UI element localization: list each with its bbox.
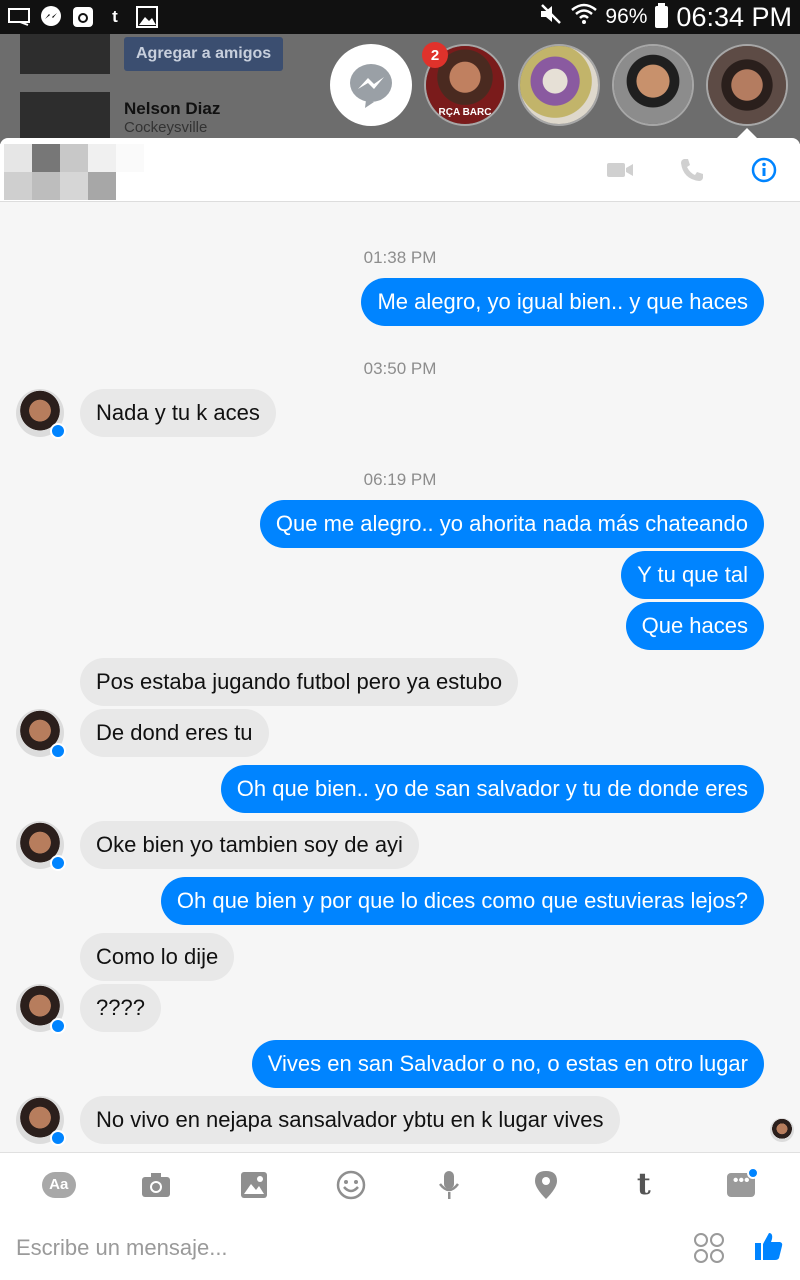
friend-name: Nelson Diaz xyxy=(124,98,221,118)
contact-avatar[interactable] xyxy=(16,984,66,1034)
chat-head-3[interactable] xyxy=(612,44,694,126)
messenger-badge-icon xyxy=(50,743,66,759)
messenger-badge-icon xyxy=(50,1018,66,1034)
friend-thumbnail xyxy=(20,92,110,142)
tumblr-icon[interactable]: t xyxy=(624,1165,664,1205)
image-icon xyxy=(136,6,158,28)
timestamp: 01:38 PM xyxy=(363,248,437,267)
composer-toolbar: Aa t ••• xyxy=(0,1152,800,1216)
message-out[interactable]: Que me alegro.. yo ahorita nada más chat… xyxy=(259,500,764,548)
tumblr-label: t xyxy=(636,1167,651,1202)
phone-icon[interactable] xyxy=(676,154,708,186)
chat-heads: 2 RÇA BARC xyxy=(330,42,788,140)
pixelated-contact-name xyxy=(4,140,174,200)
seen-avatar xyxy=(770,1118,794,1142)
status-bar: t 96% 06:34 PM xyxy=(0,0,800,34)
message-list: 01:38 PM Me alegro, yo igual bien.. y qu… xyxy=(0,202,800,1152)
messenger-badge-icon xyxy=(50,423,66,439)
friend-thumbnail xyxy=(20,34,110,74)
message-out[interactable]: Oh que bien y por que lo dices como que … xyxy=(160,877,764,925)
message-in[interactable]: De dond eres tu xyxy=(80,709,269,757)
like-icon[interactable] xyxy=(754,1231,784,1266)
messenger-badge-icon xyxy=(50,855,66,871)
more-icon[interactable]: ••• xyxy=(721,1165,761,1205)
messenger-head[interactable] xyxy=(330,44,412,126)
battery-percent: 96% xyxy=(605,5,648,28)
message-out[interactable]: Que haces xyxy=(625,602,764,650)
video-call-icon[interactable] xyxy=(604,154,636,186)
message-out[interactable]: Oh que bien.. yo de san salvador y tu de… xyxy=(220,765,764,813)
unread-badge: 2 xyxy=(422,42,448,68)
instagram-icon xyxy=(72,6,94,28)
conversation-header xyxy=(0,138,800,202)
chat-head-2[interactable] xyxy=(518,44,600,126)
message-input-row xyxy=(0,1216,800,1280)
microphone-icon[interactable] xyxy=(429,1165,469,1205)
message-in[interactable]: No vivo en nejapa sansalvador ybtu en k … xyxy=(80,1096,620,1144)
mute-icon xyxy=(539,3,563,31)
messenger-icon xyxy=(350,64,392,108)
contact-avatar[interactable] xyxy=(16,1096,66,1146)
battery-icon xyxy=(655,3,669,28)
clock: 06:34 PM xyxy=(676,1,792,32)
add-friend-button: Agregar a amigos xyxy=(124,37,284,71)
message-in[interactable]: Oke bien yo tambien soy de ayi xyxy=(80,821,419,869)
contact-avatar[interactable] xyxy=(16,389,66,439)
contact-avatar[interactable] xyxy=(16,821,66,871)
text-style-icon[interactable]: Aa xyxy=(39,1165,79,1205)
messenger-badge-icon xyxy=(50,1130,66,1146)
tumblr-icon: t xyxy=(112,7,118,26)
message-in[interactable]: Como lo dije xyxy=(80,933,235,981)
message-in[interactable]: Pos estaba jugando futbol pero ya estubo xyxy=(80,658,519,706)
notification-dot xyxy=(747,1166,760,1179)
contact-avatar[interactable] xyxy=(16,709,66,759)
message-input[interactable] xyxy=(16,1235,694,1261)
location-icon[interactable] xyxy=(526,1165,566,1205)
timestamp: 03:50 PM xyxy=(363,359,437,378)
message-out[interactable]: Y tu que tal xyxy=(621,551,764,599)
chat-head-caption: RÇA BARC xyxy=(438,107,492,118)
chat-head-active[interactable] xyxy=(706,44,788,126)
timestamp: 06:19 PM xyxy=(363,470,437,489)
message-in[interactable]: Nada y tu k aces xyxy=(80,389,276,437)
text-style-label: Aa xyxy=(41,1171,76,1198)
message-in[interactable]: ???? xyxy=(80,984,161,1032)
messenger-icon xyxy=(40,6,62,28)
stickers-icon[interactable] xyxy=(694,1233,724,1263)
message-out[interactable]: Me alegro, yo igual bien.. y que haces xyxy=(361,278,764,326)
gallery-icon[interactable] xyxy=(234,1165,274,1205)
cast-icon xyxy=(8,6,30,28)
camera-icon[interactable] xyxy=(136,1165,176,1205)
wifi-icon xyxy=(571,3,598,31)
info-icon[interactable] xyxy=(748,154,780,186)
friend-location: Cockeysville xyxy=(124,118,208,136)
message-out[interactable]: Vives en san Salvador o no, o estas en o… xyxy=(251,1040,764,1088)
emoji-icon[interactable] xyxy=(331,1165,371,1205)
